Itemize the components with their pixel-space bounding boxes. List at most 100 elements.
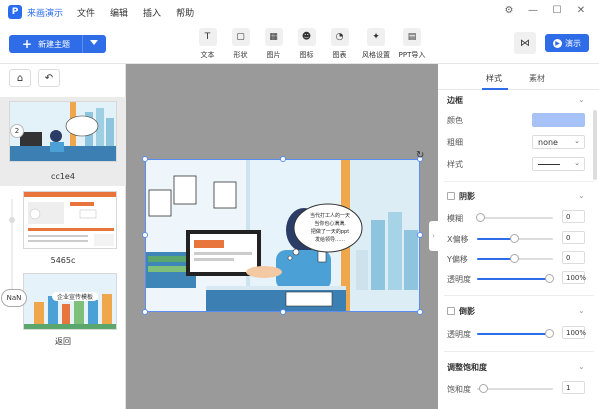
blur-input[interactable]: 0 [562,210,585,223]
minimize-icon[interactable]: — [521,5,545,16]
slide-number-badge: 2 [10,124,24,138]
add-theme-button[interactable]: + 新建主题 [9,35,106,53]
resize-handle[interactable] [280,309,286,315]
chevron-down-icon[interactable]: ⌄ [578,306,585,315]
chevron-down-icon: ⌄ [574,137,580,145]
tool-style-settings[interactable]: ✦ 风格设置 [359,28,393,60]
present-button[interactable]: ▶ 演示 [545,34,589,52]
tool-ppt-import[interactable]: ▤ PPT导入 [395,28,429,60]
chart-icon: ◔ [330,28,349,46]
ppt-import-icon: ▤ [403,28,421,46]
resize-handle[interactable] [417,309,423,315]
rotate-icon[interactable]: ↻ [416,150,424,161]
slider-handle[interactable] [479,384,488,393]
slide-thumbnail[interactable] [23,273,117,330]
slide-caption: 企业宣传模板 [52,292,98,301]
border-color-swatch[interactable] [532,113,585,127]
tool-text[interactable]: T 文本 [194,28,221,60]
menu-file[interactable]: 文件 [77,6,95,19]
settings-icon[interactable]: ⚙ [497,5,521,16]
plus-icon: + [22,37,33,51]
chevron-down-icon[interactable]: ⌄ [578,95,585,104]
chevron-down-icon[interactable]: ⌄ [578,362,585,371]
image-icon: ▦ [264,28,283,46]
collapse-panel-icon[interactable]: › [429,221,438,251]
slide-badge: NaN [1,289,27,307]
shadow-checkbox[interactable] [447,192,455,200]
slider-handle[interactable] [510,254,519,263]
y-offset-slider[interactable] [477,254,553,263]
window-controls: ⚙ — ☐ ✕ [497,5,593,16]
chevron-down-icon[interactable]: ⌄ [578,191,585,200]
resize-handle[interactable] [417,232,423,238]
menu-insert[interactable]: 插入 [143,6,161,19]
panel-scrollbar[interactable] [593,110,597,180]
slider-handle[interactable] [510,234,519,243]
slide-dot [9,217,15,223]
add-theme-label: 新建主题 [38,39,71,49]
close-icon[interactable]: ✕ [569,5,593,16]
slide-label: cc1e4 [51,172,75,181]
resize-handle[interactable] [142,156,148,162]
x-offset-input[interactable]: 0 [562,231,585,244]
app-logo-icon: P [8,5,22,19]
section-title-reflection: 倒影 [459,307,475,316]
share-icon[interactable]: ⋈ [514,32,536,54]
emoji-icon: ☻ [297,28,316,46]
insert-tools: T 文本 ▢ 形状 ▦ 图片 ☻ 图标 ◔ 图表 ✦ 风格设置 ▤ PPT导入 [194,28,429,60]
home-icon[interactable]: ⌂ [9,69,31,87]
resize-handle[interactable] [142,232,148,238]
slide-thumbnail[interactable] [9,101,117,162]
tool-chart[interactable]: ◔ 图表 [326,28,353,60]
border-style-select[interactable]: ⌄ [532,157,585,171]
x-offset-slider[interactable] [477,234,553,243]
present-label: 演示 [565,38,581,48]
play-icon: ▶ [553,38,562,48]
title-bar: P 来画演示 文件 编辑 插入 帮助 ⚙ — ☐ ✕ [0,0,599,24]
slider-handle[interactable] [545,329,554,338]
shadow-opacity-slider[interactable] [477,274,554,283]
menu-bar: 文件 编辑 插入 帮助 [77,6,209,19]
text-icon: T [198,28,217,46]
maximize-icon[interactable]: ☐ [545,5,569,16]
tab-style[interactable]: 样式 [486,73,502,84]
chevron-down-icon[interactable] [90,40,98,45]
menu-edit[interactable]: 编辑 [110,6,128,19]
blur-slider[interactable] [476,213,553,222]
reflection-checkbox[interactable] [447,307,455,315]
slide-thumbnail-art [10,102,116,161]
line-style-glyph [538,163,560,165]
panel-tabs: 样式 素材 [438,64,599,90]
toolbar: + 新建主题 T 文本 ▢ 形状 ▦ 图片 ☻ 图标 ◔ 图表 ✦ 风格设置 ▤… [0,24,599,64]
slide-illustration [146,160,419,311]
tool-image[interactable]: ▦ 图片 [260,28,287,60]
current-slide[interactable]: 当代打工人的一天 当你也心满满, 把做了一天的ppt 发给领导…… [145,159,420,312]
style-icon: ✦ [367,28,385,46]
section-title-shadow: 阴影 [459,192,475,201]
resize-handle[interactable] [280,156,286,162]
reflection-opacity-input[interactable]: 100% [562,326,586,339]
shadow-opacity-input[interactable]: 100% [562,271,586,284]
back-arrow-icon[interactable]: ↶ [38,69,60,87]
border-weight-select[interactable]: none ⌄ [532,135,585,149]
slide-label: 5465c [50,256,76,265]
reflection-opacity-slider[interactable] [477,329,554,338]
menu-help[interactable]: 帮助 [176,6,194,19]
slide-thumbnail-art [24,274,116,329]
speech-bubble-text: 当代打工人的一天 当你也心满满, 把做了一天的ppt 发给领导…… [309,213,350,243]
section-title-border: 边框 [447,96,463,105]
tool-shape[interactable]: ▢ 形状 [227,28,254,60]
properties-panel: 样式 素材 边框 ⌄ 颜色 粗细 none ⌄ 样式 ⌄ 阴影 ⌄ 模糊 0 X… [438,64,599,409]
slide-thumbnail[interactable] [23,191,117,249]
slide-label: 返回 [55,337,71,346]
saturation-input[interactable]: 1 [562,381,585,394]
slider-handle[interactable] [545,274,554,283]
y-offset-input[interactable]: 0 [562,251,585,264]
resize-handle[interactable] [142,309,148,315]
saturation-slider[interactable] [477,384,553,393]
tool-icon[interactable]: ☻ 图标 [293,28,320,60]
tab-materials[interactable]: 素材 [529,73,545,84]
section-title-saturation: 调整饱和度 [447,363,487,372]
app-name: 来画演示 [27,8,64,19]
slider-handle[interactable] [476,213,485,222]
